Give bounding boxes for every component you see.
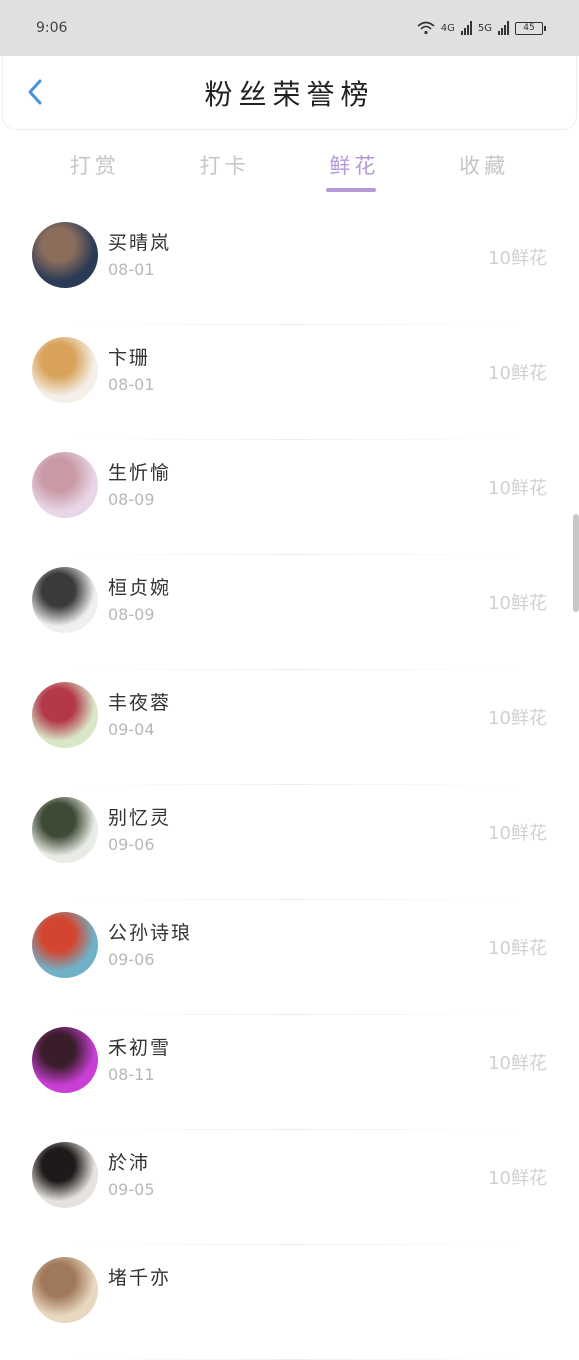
signal-icon-2 xyxy=(498,21,509,35)
fan-date: 08-09 xyxy=(108,605,155,624)
avatar[interactable] xyxy=(32,682,98,748)
flower-count: 10鲜花 xyxy=(488,938,547,959)
fan-date: 09-04 xyxy=(108,720,155,739)
chevron-left-icon xyxy=(28,79,42,105)
fan-name: 别忆灵 xyxy=(108,807,172,829)
status-icons: 4G 5G 45 xyxy=(417,21,546,35)
tab-flowers[interactable]: 鲜花 xyxy=(314,140,394,200)
back-button[interactable] xyxy=(21,78,49,106)
list-item[interactable]: 於沛 09-05 10鲜花 xyxy=(0,1130,579,1245)
flower-count: 10鲜花 xyxy=(488,1053,547,1074)
network-label-1: 4G xyxy=(440,22,455,34)
fan-name: 於沛 xyxy=(108,1152,151,1174)
flower-count: 10鲜花 xyxy=(488,823,547,844)
list-item[interactable]: 桓贞婉 08-09 10鲜花 xyxy=(0,555,579,670)
fan-name: 桓贞婉 xyxy=(108,577,172,599)
fan-date: 08-01 xyxy=(108,260,155,279)
fan-date: 08-11 xyxy=(108,1065,155,1084)
scrollbar[interactable] xyxy=(573,514,579,612)
tab-label: 收藏 xyxy=(459,154,510,178)
avatar[interactable] xyxy=(32,1027,98,1093)
fan-list: 买晴岚 08-01 10鲜花 卞珊 08-01 10鲜花 生忻愉 08-09 1… xyxy=(0,210,579,1360)
list-item[interactable]: 别忆灵 09-06 10鲜花 xyxy=(0,785,579,900)
fan-name: 禾初雪 xyxy=(108,1037,172,1059)
wifi-icon xyxy=(417,21,435,35)
fan-date: 09-06 xyxy=(108,950,155,969)
avatar[interactable] xyxy=(32,222,98,288)
list-item[interactable]: 禾初雪 08-11 10鲜花 xyxy=(0,1015,579,1130)
tab-favorites[interactable]: 收藏 xyxy=(444,140,524,200)
list-item[interactable]: 买晴岚 08-01 10鲜花 xyxy=(0,210,579,325)
tab-label: 打赏 xyxy=(69,154,120,178)
page-title: 粉丝荣誉榜 xyxy=(204,77,375,111)
fan-name: 生忻愉 xyxy=(108,462,172,484)
avatar[interactable] xyxy=(32,912,98,978)
avatar[interactable] xyxy=(32,1142,98,1208)
flower-count: 10鲜花 xyxy=(488,248,547,269)
avatar[interactable] xyxy=(32,567,98,633)
fan-name: 丰夜蓉 xyxy=(108,692,172,714)
tab-label: 鲜花 xyxy=(329,154,380,178)
network-label-2: 5G xyxy=(477,22,492,34)
list-item[interactable]: 公孙诗琅 09-06 10鲜花 xyxy=(0,900,579,1015)
tab-tip[interactable]: 打赏 xyxy=(55,140,135,200)
avatar[interactable] xyxy=(32,452,98,518)
list-item[interactable]: 丰夜蓉 09-04 10鲜花 xyxy=(0,670,579,785)
flower-count: 10鲜花 xyxy=(488,478,547,499)
fan-date: 08-01 xyxy=(108,375,155,394)
flower-count: 10鲜花 xyxy=(488,593,547,614)
status-bar: 9:06 4G 5G 45 xyxy=(0,0,579,56)
fan-name: 堵千亦 xyxy=(108,1267,172,1289)
fan-date: 09-06 xyxy=(108,835,155,854)
list-item[interactable]: 生忻愉 08-09 10鲜花 xyxy=(0,440,579,555)
avatar[interactable] xyxy=(32,1257,98,1323)
list-item[interactable]: 卞珊 08-01 10鲜花 xyxy=(0,325,579,440)
page-header: 粉丝荣誉榜 xyxy=(2,56,577,130)
status-time: 9:06 xyxy=(36,20,68,36)
flower-count: 10鲜花 xyxy=(488,1168,547,1189)
list-item[interactable]: 堵千亦 xyxy=(0,1245,579,1360)
avatar[interactable] xyxy=(32,797,98,863)
tab-label: 打卡 xyxy=(199,154,250,178)
avatar[interactable] xyxy=(32,337,98,403)
fan-name: 买晴岚 xyxy=(108,232,172,254)
fan-date: 08-09 xyxy=(108,490,155,509)
fan-name: 卞珊 xyxy=(108,347,151,369)
flower-count: 10鲜花 xyxy=(488,708,547,729)
signal-icon-1 xyxy=(460,21,472,35)
battery-icon: 45 xyxy=(515,21,546,35)
tab-checkin[interactable]: 打卡 xyxy=(185,140,265,200)
tab-bar: 打赏 打卡 鲜花 收藏 xyxy=(0,140,579,200)
fan-date: 09-05 xyxy=(108,1180,155,1199)
active-tab-indicator xyxy=(326,188,377,192)
fan-name: 公孙诗琅 xyxy=(108,922,193,944)
flower-count: 10鲜花 xyxy=(488,363,547,384)
